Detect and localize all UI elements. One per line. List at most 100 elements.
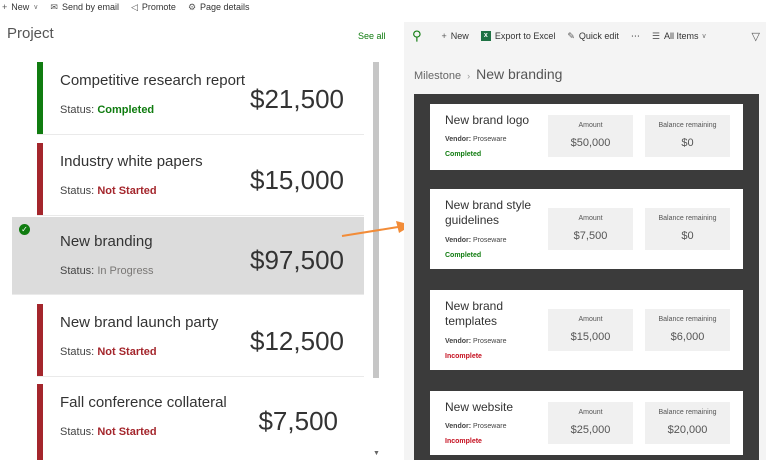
project-card[interactable]: Industry white papers Status: Not Starte… [37, 143, 364, 216]
view-label: All Items [664, 31, 699, 41]
status-color-bar [37, 143, 43, 215]
checkmark-icon: ✓ [19, 224, 30, 235]
list-new-button[interactable]: + New [442, 31, 469, 41]
search-icon[interactable]: ⚲ [412, 28, 422, 44]
amount-label: Amount [578, 122, 603, 129]
balance-label: Balance remaining [658, 409, 717, 416]
amount-value: $7,500 [573, 230, 608, 242]
milestone-vendor: Vendor: Proseware [445, 237, 506, 244]
status-value: In Progress [97, 265, 154, 277]
milestone-title: New brand logo [445, 113, 530, 127]
amount-value: $25,000 [570, 424, 611, 436]
export-to-excel-button[interactable]: x Export to Excel [480, 31, 556, 41]
new-label: New [11, 2, 30, 12]
more-button[interactable]: ⋯ [631, 31, 640, 42]
milestone-status: Completed [445, 252, 482, 259]
status-prefix: Status: [60, 265, 95, 277]
promote-button[interactable]: ◁ Promote [131, 2, 176, 12]
amount-label: Amount [578, 316, 603, 323]
milestone-vendor: Vendor: Proseware [445, 423, 506, 430]
milestone-status: Completed [445, 151, 482, 158]
plus-icon: + [441, 31, 447, 41]
project-amount: $21,500 [250, 84, 344, 114]
project-card-selected[interactable]: ✓ New branding Status: In Progress $97,5… [12, 217, 364, 295]
quick-edit-button[interactable]: ✎ Quick edit [567, 31, 619, 42]
scroll-down-icon[interactable]: ▼ [373, 450, 380, 457]
status-value: Not Started [97, 426, 157, 438]
project-card[interactable]: Competitive research report Status: Comp… [37, 62, 364, 135]
balance-label: Balance remaining [658, 215, 717, 222]
amount-value: $50,000 [570, 137, 611, 149]
milestone-title: New brand templates [445, 299, 504, 328]
status-prefix: Status: [60, 185, 95, 197]
balance-box: Balance remaining $6,000 [645, 309, 730, 351]
command-bar: + New ∨ ✉ Send by email ◁ Promote ⚙ Page… [0, 0, 395, 14]
project-amount: $15,000 [250, 165, 344, 195]
status-value: Completed [97, 104, 155, 116]
chevron-down-icon: ∨ [701, 33, 707, 40]
excel-icon: x [480, 31, 491, 41]
balance-value: $20,000 [667, 424, 708, 436]
promote-label: Promote [141, 2, 176, 12]
project-status: Status: Not Started [60, 426, 157, 438]
amount-box: Amount $15,000 [548, 309, 633, 351]
amount-box: Amount $7,500 [548, 208, 633, 250]
vendor-label: Vendor: [445, 136, 472, 143]
export-label: Export to Excel [494, 31, 556, 41]
status-prefix: Status: [60, 426, 95, 438]
amount-box: Amount $25,000 [548, 402, 633, 444]
new-button[interactable]: + New ∨ [2, 2, 38, 12]
view-selector[interactable]: ☰ All Items ∨ [652, 31, 707, 42]
project-status: Status: In Progress [60, 265, 154, 277]
amount-label: Amount [578, 215, 603, 222]
milestone-vendor: Vendor: Proseware [445, 136, 506, 143]
vendor-value: Proseware [473, 136, 507, 143]
status-color-bar [37, 62, 43, 134]
balance-label: Balance remaining [658, 316, 717, 323]
breadcrumb-separator-icon: › [467, 71, 471, 81]
project-name: New brand launch party [60, 314, 219, 331]
amount-box: Amount $50,000 [548, 115, 633, 157]
page-details-button[interactable]: ⚙ Page details [188, 2, 250, 12]
project-card[interactable]: Fall conference collateral Status: Not S… [37, 384, 364, 460]
pencil-icon: ✎ [567, 30, 575, 41]
project-amount: $7,500 [258, 406, 338, 436]
milestone-card[interactable]: New brand logo Vendor: Proseware Complet… [430, 104, 743, 170]
vendor-value: Proseware [473, 423, 507, 430]
amount-value: $15,000 [570, 331, 611, 343]
status-color-bar [37, 304, 43, 376]
list-command-bar: ⚲ + New x Export to Excel ✎ Quick edit ⋯… [404, 22, 766, 50]
balance-value: $6,000 [670, 331, 705, 343]
breadcrumb-current: New branding [476, 66, 563, 82]
mail-icon: ✉ [50, 1, 58, 12]
project-section-title: Project [7, 25, 54, 42]
quick-edit-label: Quick edit [578, 31, 619, 41]
gear-icon: ⚙ [187, 1, 197, 12]
amount-label: Amount [578, 409, 603, 416]
see-all-link[interactable]: See all [358, 31, 386, 41]
project-name: Competitive research report [60, 72, 246, 89]
balance-box: Balance remaining $0 [645, 115, 730, 157]
milestone-card[interactable]: New brand templates Vendor: Proseware In… [430, 290, 743, 370]
project-card[interactable]: New brand launch party Status: Not Start… [37, 304, 364, 377]
balance-value: $0 [681, 137, 694, 149]
status-color-bar [37, 384, 43, 460]
megaphone-icon: ◁ [131, 1, 138, 12]
vendor-label: Vendor: [445, 423, 472, 430]
project-status: Status: Not Started [60, 185, 157, 197]
status-value: Not Started [97, 185, 157, 197]
breadcrumb-parent[interactable]: Milestone [414, 70, 461, 82]
milestone-title: New website [445, 400, 514, 414]
project-name: New branding [60, 233, 153, 250]
milestone-card[interactable]: New website Vendor: Proseware Incomplete… [430, 391, 743, 455]
chevron-down-icon: ∨ [33, 4, 39, 11]
vendor-value: Proseware [473, 237, 507, 244]
project-name: Industry white papers [60, 153, 203, 170]
list-new-label: New [450, 31, 469, 41]
project-amount: $97,500 [250, 245, 344, 275]
send-by-email-label: Send by email [61, 2, 119, 12]
milestone-card[interactable]: New brand style guidelines Vendor: Prose… [430, 189, 743, 269]
status-prefix: Status: [60, 346, 95, 358]
send-by-email-button[interactable]: ✉ Send by email [50, 2, 119, 12]
filter-icon[interactable]: ▽ [752, 30, 760, 43]
